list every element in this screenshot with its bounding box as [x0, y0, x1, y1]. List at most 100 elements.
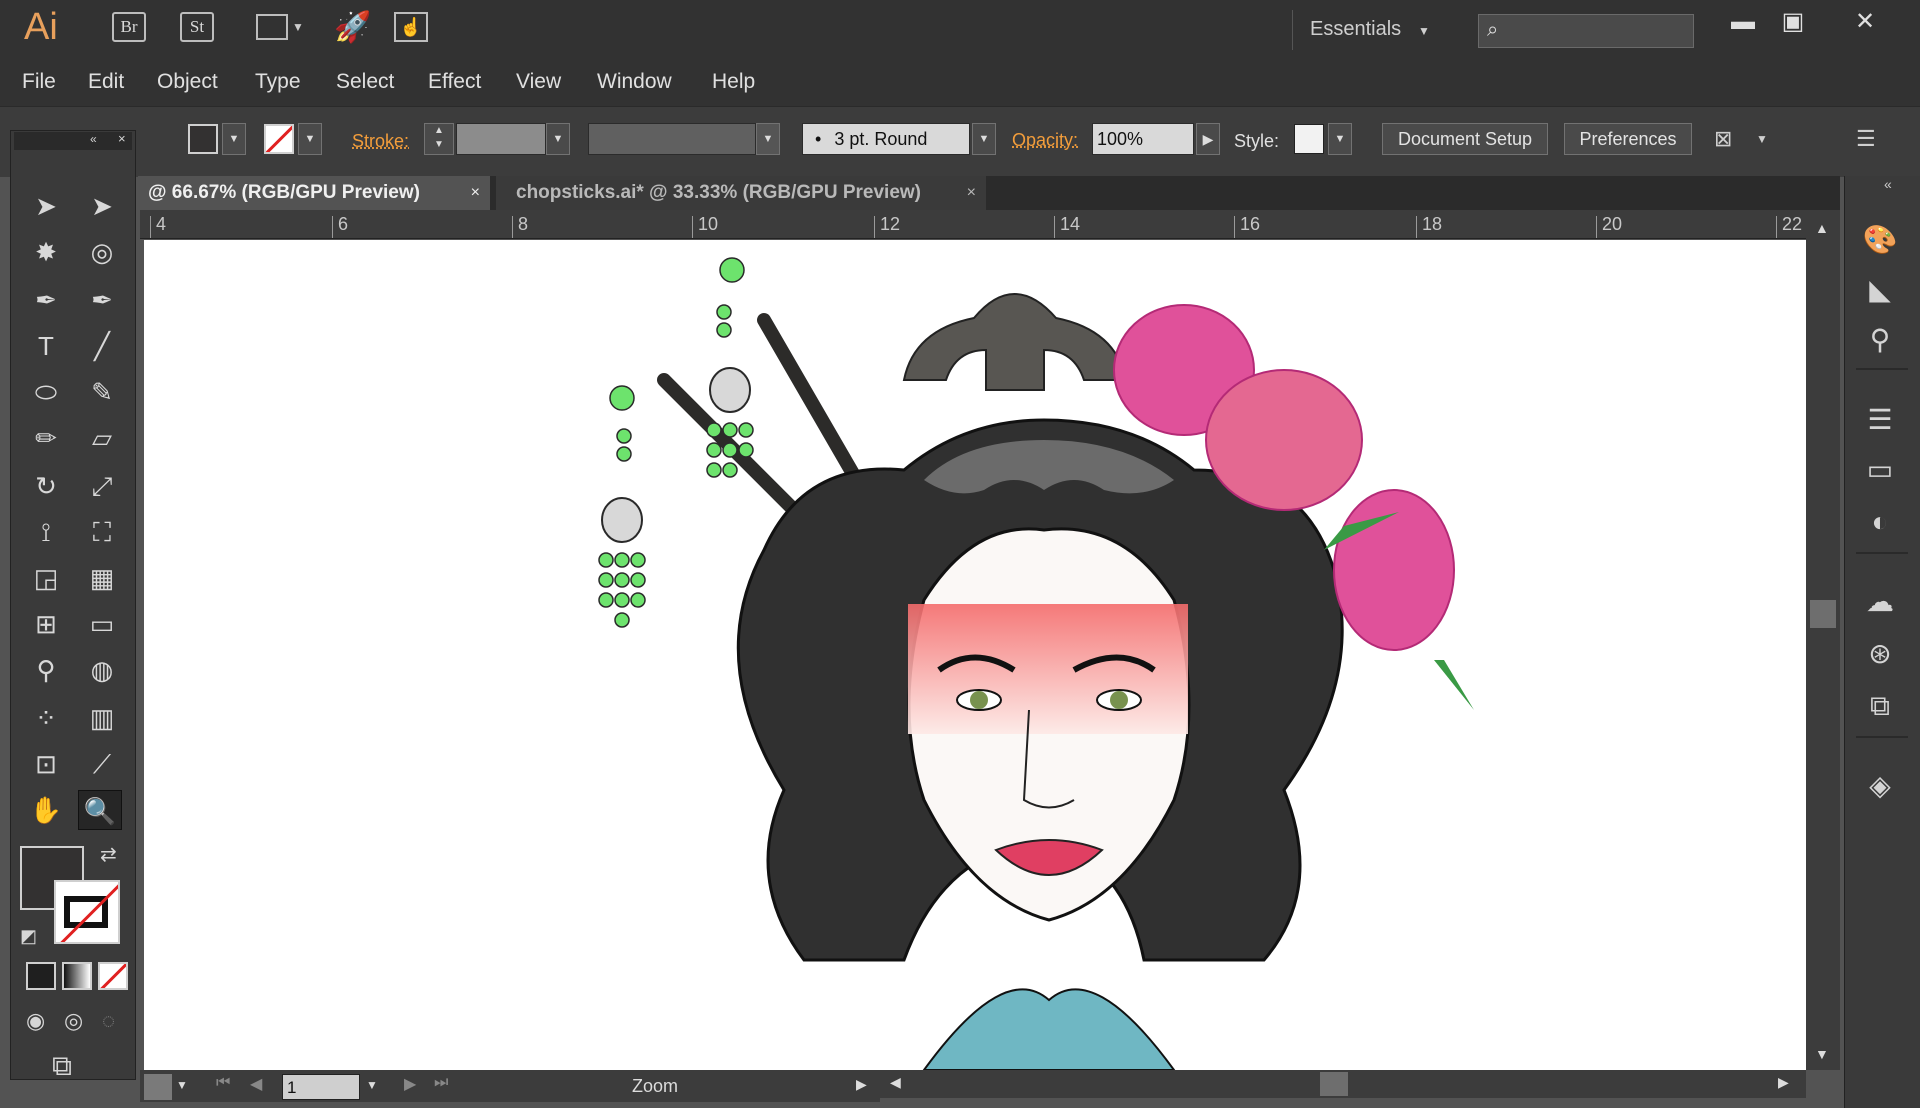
artboard[interactable] — [144, 240, 1806, 1070]
chevron-down-icon[interactable]: ▼ — [292, 20, 304, 34]
brush-definition[interactable]: • 3 pt. Round — [802, 123, 970, 155]
close-tab-icon[interactable]: × — [967, 176, 976, 210]
chevron-down-icon[interactable]: ▼ — [366, 1078, 378, 1092]
align-options-icon[interactable]: ⊠ — [1714, 126, 1732, 152]
none-mode-icon[interactable] — [98, 962, 128, 990]
stroke-weight-dropdown[interactable]: ▼ — [546, 123, 570, 155]
draw-behind-icon[interactable]: ◎ — [64, 1008, 83, 1034]
curvature-tool-icon[interactable]: ✒ — [80, 280, 124, 320]
touch-workspace-icon[interactable]: ☝ — [394, 12, 428, 42]
type-tool-icon[interactable]: T — [24, 326, 68, 366]
scroll-thumb[interactable] — [1810, 600, 1836, 628]
chevron-down-icon[interactable]: ▼ — [1418, 24, 1430, 38]
direct-selection-tool-icon[interactable]: ➤ — [80, 186, 124, 226]
variable-width-profile[interactable] — [588, 123, 756, 155]
ellipse-tool-icon[interactable]: ⬭ — [24, 372, 68, 412]
opacity-field[interactable]: 100% — [1092, 123, 1194, 155]
scroll-right-icon[interactable]: ▶ — [1778, 1074, 1789, 1091]
fill-dropdown[interactable]: ▼ — [222, 123, 246, 155]
maximize-button[interactable]: ▣ — [1768, 6, 1818, 40]
scroll-down-icon[interactable]: ▼ — [1815, 1046, 1829, 1062]
menu-effect[interactable]: Effect — [428, 70, 481, 94]
brush-dropdown[interactable]: ▼ — [972, 123, 996, 155]
slice-tool-icon[interactable]: ⟋ — [80, 744, 124, 784]
minimize-button[interactable]: ▬ — [1718, 6, 1768, 40]
gradient-panel-icon[interactable]: ▭ — [1860, 450, 1900, 490]
menu-file[interactable]: File — [22, 70, 56, 94]
stroke-label[interactable]: Stroke: — [352, 131, 409, 152]
close-tab-icon[interactable]: × — [471, 176, 480, 210]
previous-artboard-icon[interactable]: ◀ — [250, 1074, 262, 1094]
chevron-down-icon[interactable]: ▼ — [1756, 132, 1768, 146]
layers-icon[interactable]: ◈ — [1860, 766, 1900, 806]
tab-document-1[interactable]: @ 66.67% (RGB/GPU Preview) × — [138, 176, 490, 210]
free-transform-tool-icon[interactable]: ⛶ — [80, 512, 124, 552]
stroke-swatch[interactable] — [264, 124, 294, 154]
fill-swatch[interactable] — [188, 124, 218, 154]
column-graph-tool-icon[interactable]: ▥ — [80, 698, 124, 738]
perspective-grid-tool-icon[interactable]: ▦ — [80, 558, 124, 598]
transparency-panel-icon[interactable]: ◐ — [1860, 502, 1900, 542]
stroke-dropdown[interactable]: ▼ — [298, 123, 322, 155]
shape-builder-tool-icon[interactable]: ◲ — [24, 558, 68, 598]
panel-menu-icon[interactable]: ☰ — [1856, 126, 1876, 152]
variable-width-dropdown[interactable]: ▼ — [756, 123, 780, 155]
libraries-icon[interactable]: ☁ — [1860, 582, 1900, 622]
stroke-color-swatch[interactable] — [54, 880, 120, 944]
close-icon[interactable]: × — [118, 131, 126, 146]
search-input[interactable]: ⌕ — [1478, 14, 1694, 48]
symbol-sprayer-tool-icon[interactable]: ⁘ — [24, 698, 68, 738]
stroke-panel-icon[interactable]: ☰ — [1860, 400, 1900, 440]
workspace-switcher[interactable]: Essentials — [1310, 18, 1401, 41]
horizontal-ruler[interactable] — [140, 210, 1806, 239]
zoom-tool-icon[interactable]: 🔍 — [78, 790, 122, 830]
scroll-left-icon[interactable]: ◀ — [890, 1074, 901, 1091]
graphic-style-dropdown[interactable]: ▼ — [1328, 123, 1352, 155]
tools-panel-header[interactable]: « × — [14, 131, 132, 150]
eraser-tool-icon[interactable]: ▱ — [80, 418, 124, 458]
eyedropper-tool-icon[interactable]: ⚲ — [24, 650, 68, 690]
menu-edit[interactable]: Edit — [88, 70, 124, 94]
asset-export-icon[interactable]: ⧉ — [1860, 686, 1900, 726]
close-button[interactable]: ✕ — [1840, 6, 1890, 40]
menu-object[interactable]: Object — [157, 70, 218, 94]
lasso-tool-icon[interactable]: ◎ — [80, 232, 124, 272]
hand-tool-icon[interactable]: ✋ — [24, 790, 68, 830]
menu-view[interactable]: View — [516, 70, 561, 94]
appearance-icon[interactable]: ⚲ — [1860, 320, 1900, 360]
draw-inside-icon[interactable]: ◌ — [102, 1008, 115, 1034]
stock-icon[interactable]: St — [180, 12, 214, 42]
menu-select[interactable]: Select — [336, 70, 394, 94]
arrange-documents-icon[interactable] — [256, 14, 288, 40]
mesh-tool-icon[interactable]: ⊞ — [24, 604, 68, 644]
opacity-arrow[interactable]: ▶ — [1196, 123, 1220, 155]
geisha-illustration[interactable] — [144, 240, 1806, 1070]
pencil-tool-icon[interactable]: ✏ — [24, 418, 68, 458]
rotate-tool-icon[interactable]: ↻ — [24, 466, 68, 506]
first-artboard-icon[interactable]: ⏮ — [216, 1074, 230, 1092]
vertical-scrollbar[interactable]: ▲ ▼ — [1806, 210, 1840, 1070]
menu-help[interactable]: Help — [712, 70, 755, 94]
last-artboard-icon[interactable]: ⏭ — [434, 1074, 448, 1092]
preferences-button[interactable]: Preferences — [1564, 123, 1692, 155]
swap-fill-stroke-icon[interactable]: ⇄ — [100, 842, 117, 867]
graphic-style-swatch[interactable] — [1294, 124, 1324, 154]
zoom-level-field[interactable] — [144, 1074, 172, 1100]
scroll-thumb[interactable] — [1320, 1072, 1348, 1096]
artboard-number-field[interactable]: 1 — [282, 1074, 360, 1100]
color-guide-icon[interactable]: 🎨 — [1860, 220, 1900, 260]
magic-wand-tool-icon[interactable]: ✸ — [24, 232, 68, 272]
opacity-label[interactable]: Opacity: — [1012, 130, 1078, 151]
width-tool-icon[interactable]: ⟟ — [24, 512, 68, 552]
gradient-tool-icon[interactable]: ▭ — [80, 604, 124, 644]
document-setup-button[interactable]: Document Setup — [1382, 123, 1548, 155]
bridge-icon[interactable]: Br — [112, 12, 146, 42]
paintbrush-tool-icon[interactable]: ✎ — [80, 372, 124, 412]
symbols-icon[interactable]: ⊛ — [1860, 634, 1900, 674]
status-menu-arrow[interactable]: ▶ — [856, 1076, 867, 1093]
stroke-weight-stepper[interactable]: ▲ ▼ — [424, 123, 454, 155]
draw-normal-icon[interactable]: ◉ — [26, 1008, 45, 1034]
menu-window[interactable]: Window — [597, 70, 672, 94]
selection-tool-icon[interactable]: ➤ — [24, 186, 68, 226]
default-fill-stroke-icon[interactable]: ◩ — [20, 926, 37, 947]
